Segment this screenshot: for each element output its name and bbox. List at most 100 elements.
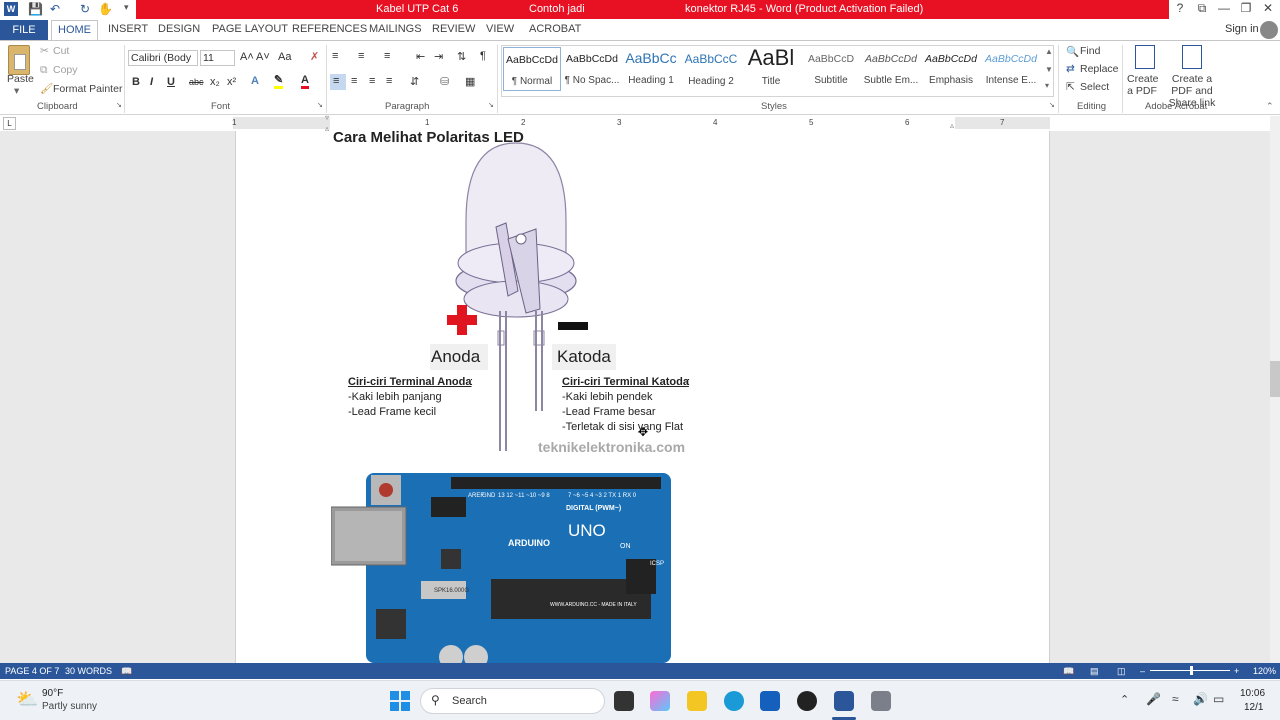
find-button[interactable]: Find [1080, 45, 1100, 57]
decrease-indent-icon[interactable]: ⇤ [416, 50, 425, 63]
tray-overflow-icon[interactable]: ⌃ [1120, 693, 1129, 706]
save-icon[interactable]: 💾 [28, 2, 43, 16]
create-pdf-icon[interactable] [1135, 45, 1155, 69]
show-marks-icon[interactable]: ¶ [480, 50, 486, 62]
undo-icon[interactable]: ↶ [50, 2, 60, 16]
redo-icon[interactable]: ↻ [80, 2, 90, 16]
task-view-icon[interactable] [614, 691, 634, 711]
styles-more-icon[interactable]: ▾ [1045, 81, 1049, 90]
styles-launcher-icon[interactable]: ↘ [1049, 101, 1055, 109]
style-title[interactable]: AaBl Title [742, 45, 800, 91]
styles-scroll-up-icon[interactable]: ▲ [1045, 47, 1053, 56]
select-button[interactable]: Select [1080, 81, 1109, 93]
cut-icon[interactable]: ✂ [40, 45, 49, 57]
help-button[interactable]: ? [1170, 1, 1190, 15]
zoom-level[interactable]: 120% [1253, 666, 1276, 676]
scroll-thumb[interactable] [1270, 361, 1280, 397]
cut-button[interactable]: Cut [53, 45, 69, 57]
tab-page-layout[interactable]: PAGE LAYOUT [212, 23, 288, 35]
style-no-spacing[interactable]: AaBbCcDd ¶ No Spac... [563, 47, 621, 91]
document-page[interactable]: Cara Melihat Polaritas LED Anoda Katoda … [235, 129, 1050, 663]
highlight-icon[interactable]: ✎ [274, 75, 284, 89]
strikethrough-button[interactable]: abc [189, 77, 204, 87]
page-indicator[interactable]: PAGE 4 OF 7 [5, 666, 59, 676]
volume-icon[interactable]: 🔊 [1193, 692, 1208, 706]
align-center-icon[interactable]: ≡ [351, 75, 357, 87]
tab-references[interactable]: REFERENCES [292, 23, 367, 35]
subscript-button[interactable]: x₂ [210, 76, 220, 88]
microphone-icon[interactable]: 🎤 [1146, 692, 1161, 706]
styles-scroll-down-icon[interactable]: ▼ [1045, 65, 1053, 74]
bold-button[interactable]: B [132, 76, 140, 88]
doc-tab-left[interactable]: Kabel UTP Cat 6 [376, 3, 458, 15]
copilot-icon[interactable] [650, 691, 670, 711]
find-icon[interactable]: 🔍 [1066, 45, 1079, 58]
restore-button[interactable]: ❐ [1236, 1, 1256, 15]
replace-button[interactable]: Replace [1080, 63, 1119, 75]
text-effects-icon[interactable]: A [251, 75, 259, 87]
word-count[interactable]: 30 WORDS [65, 666, 112, 676]
clock-date[interactable]: 12/1 [1244, 702, 1263, 713]
sort-icon[interactable]: ⇅ [457, 50, 466, 63]
bullets-icon[interactable]: ≡ [332, 50, 338, 62]
style-normal[interactable]: AaBbCcDd ¶ Normal [503, 47, 561, 91]
tab-view[interactable]: VIEW [486, 23, 514, 35]
search-box[interactable]: ⚲ Search [420, 688, 605, 714]
create-pdf-button[interactable]: Create a PDF [1127, 73, 1159, 97]
italic-button[interactable]: I [150, 76, 153, 88]
battery-icon[interactable]: ▭ [1213, 692, 1224, 706]
zoom-out-icon[interactable]: – [1140, 666, 1145, 676]
style-subtle-emphasis[interactable]: AaBbCcDd Subtle Em... [862, 47, 920, 91]
style-emphasis[interactable]: AaBbCcDd Emphasis [922, 47, 980, 91]
collapse-ribbon-icon[interactable]: ⌃ [1266, 101, 1274, 112]
copy-icon[interactable]: ⧉ [40, 64, 48, 77]
superscript-button[interactable]: x² [227, 76, 236, 88]
doc-tab-mid[interactable]: Contoh jadi [529, 3, 585, 15]
multilevel-list-icon[interactable]: ≡ [384, 50, 390, 62]
store-icon[interactable] [760, 691, 780, 711]
tab-file[interactable]: FILE [0, 20, 48, 40]
format-painter-icon[interactable]: 🖌 [40, 82, 53, 95]
paste-icon[interactable] [8, 45, 30, 75]
print-layout-icon[interactable]: ▤ [1090, 666, 1099, 677]
ribbon-display-icon[interactable]: ⧉ [1192, 1, 1212, 16]
borders-icon[interactable]: ▦ [465, 75, 475, 88]
clipboard-launcher-icon[interactable]: ↘ [116, 101, 122, 109]
tab-home[interactable]: HOME [51, 20, 98, 41]
grow-font-button[interactable]: A˄ [240, 51, 254, 63]
tab-mailings[interactable]: MAILINGS [369, 23, 422, 35]
customize-qat-icon[interactable]: ▾ [124, 2, 129, 13]
tab-review[interactable]: REVIEW [432, 23, 475, 35]
chrome-icon[interactable] [797, 691, 817, 711]
tab-acrobat[interactable]: ACROBAT [529, 23, 581, 35]
zoom-in-icon[interactable]: + [1234, 666, 1239, 676]
align-left-icon[interactable]: ≡ [333, 75, 339, 87]
word-app-icon[interactable]: W [4, 2, 18, 16]
style-heading-2[interactable]: AaBbCcC Heading 2 [682, 47, 740, 91]
vertical-scrollbar[interactable] [1270, 116, 1280, 663]
style-subtitle[interactable]: AaBbCcD Subtitle [802, 47, 860, 91]
clear-formatting-icon[interactable]: ✗ [310, 50, 319, 63]
wifi-icon[interactable]: ≈ [1172, 692, 1179, 706]
edge-icon[interactable] [724, 691, 744, 711]
zoom-slider-thumb[interactable] [1190, 666, 1193, 675]
shading-icon[interactable]: ⛁ [440, 75, 449, 88]
justify-icon[interactable]: ≡ [386, 75, 392, 87]
create-share-icon[interactable] [1182, 45, 1202, 69]
right-indent-marker[interactable]: ▵ [950, 121, 954, 130]
font-size-field[interactable]: 11 [200, 50, 235, 66]
change-case-button[interactable]: Aa [278, 51, 291, 63]
minimize-button[interactable]: — [1214, 1, 1234, 15]
font-name-field[interactable]: Calibri (Body [128, 50, 198, 66]
read-mode-icon[interactable]: 📖 [1063, 666, 1074, 677]
weather-icon[interactable]: ⛅ [16, 689, 38, 710]
start-icon[interactable] [390, 691, 410, 711]
close-button[interactable]: ✕ [1258, 1, 1278, 15]
paste-button[interactable]: Paste [7, 73, 34, 85]
numbering-icon[interactable]: ≡ [358, 50, 364, 62]
avatar[interactable] [1260, 21, 1278, 39]
tab-selector[interactable]: L [3, 117, 16, 130]
word-taskbar-icon[interactable] [834, 691, 854, 711]
weather-desc[interactable]: Partly sunny [42, 701, 97, 712]
format-painter-button[interactable]: Format Painter [53, 83, 122, 95]
